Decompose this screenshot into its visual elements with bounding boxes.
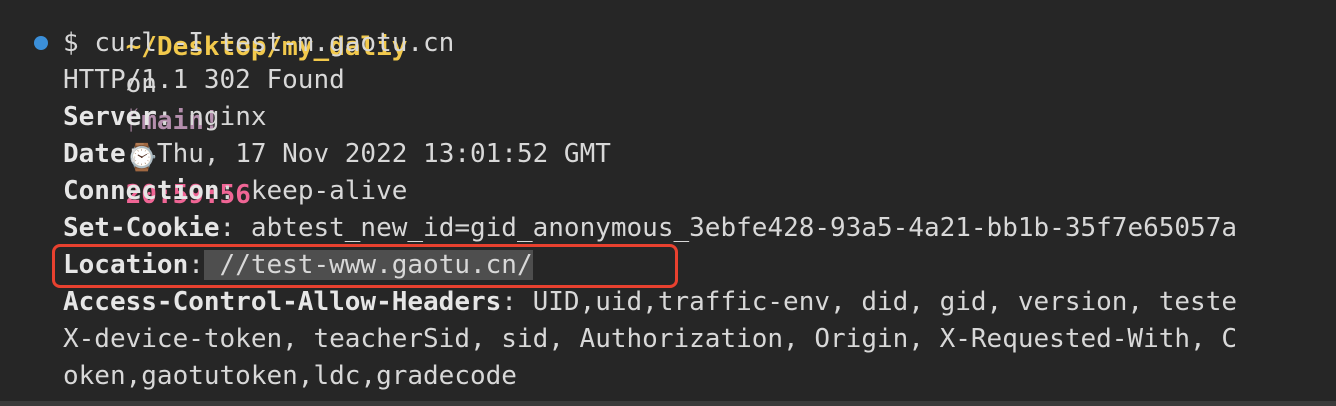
header-value: : UID,uid,traffic-env, did, gid, version… [501, 287, 1238, 317]
dollar-sign: $ [63, 28, 79, 58]
command-text: curl -I test-m.gaotu.cn [94, 28, 455, 58]
header-key: Date [63, 139, 126, 169]
header-key: Access-Control-Allow-Headers [63, 287, 502, 317]
location-highlight-box [52, 244, 678, 288]
header-key: Server [63, 102, 157, 132]
header-key: Set-Cookie [63, 213, 220, 243]
terminal-window[interactable]: ~/Desktop/my_daliy on ᚴmain! ⌚ 20:59:56 … [0, 0, 1336, 406]
header-key: Connection [63, 176, 220, 206]
command-line: $ curl -I test-m.gaotu.cn [63, 25, 454, 62]
response-status: HTTP/1.1 302 Found [63, 65, 345, 95]
header-continuation: X-device-token, teacherSid, sid, Authori… [63, 324, 1237, 354]
header-connection: Connection: keep-alive [63, 173, 407, 210]
header-continuation: oken,gaotutoken,ldc,gradecode [63, 361, 517, 391]
terminal-bottom-edge [0, 401, 1336, 406]
header-value: : abtest_new_id=gid_anonymous_3ebfe428-9… [219, 213, 1238, 243]
header-value: : nginx [156, 102, 267, 132]
header-access-control-allow-headers: Access-Control-Allow-Headers: UID,uid,tr… [63, 284, 1237, 321]
header-set-cookie: Set-Cookie: abtest_new_id=gid_anonymous_… [63, 210, 1237, 247]
header-value: : keep-alive [219, 176, 408, 206]
header-date: Date: Thu, 17 Nov 2022 13:01:52 GMT [63, 136, 611, 173]
header-server: Server: nginx [63, 99, 267, 136]
command-status-dot[interactable] [34, 36, 48, 50]
header-value: : Thu, 17 Nov 2022 13:01:52 GMT [125, 139, 611, 169]
